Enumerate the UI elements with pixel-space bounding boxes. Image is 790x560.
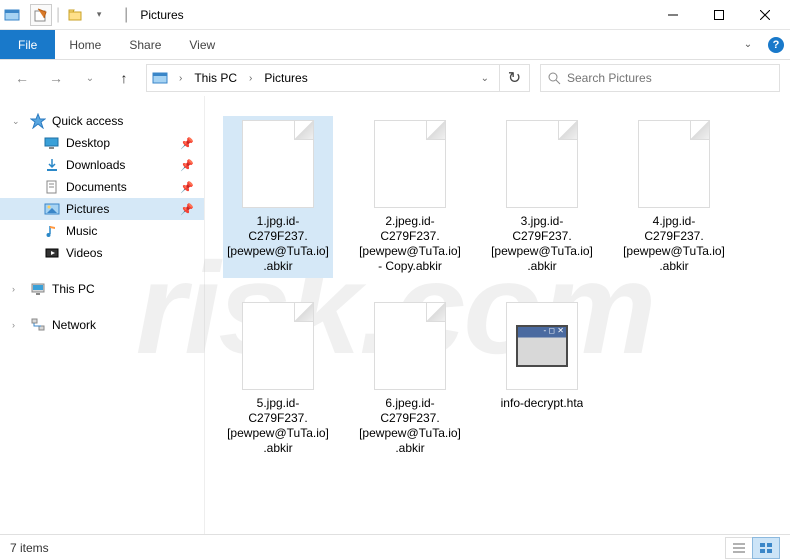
sidebar-item-label: Music (66, 224, 97, 238)
window-title: Pictures (140, 8, 183, 22)
help-button[interactable]: ? (762, 30, 790, 59)
sidebar-item-desktop[interactable]: Desktop 📌 (0, 132, 204, 154)
music-icon (44, 223, 60, 239)
title-separator: | (124, 6, 128, 24)
status-bar: 7 items (0, 534, 790, 560)
file-item[interactable]: 1.jpg.id-C279F237.[pewpew@TuTa.io].abkir (223, 116, 333, 278)
chevron-right-icon: › (12, 284, 15, 294)
ribbon: File Home Share View ⌄ ? (0, 30, 790, 60)
file-item[interactable]: 5.jpg.id-C279F237.[pewpew@TuTa.io].abkir (223, 298, 333, 460)
breadcrumb-chevron[interactable]: › (245, 73, 256, 84)
pin-icon: 📌 (180, 181, 194, 194)
sidebar-thispc[interactable]: › This PC (0, 278, 204, 300)
pin-icon: 📌 (180, 137, 194, 150)
window-icon (2, 5, 22, 25)
close-button[interactable] (742, 1, 788, 29)
sidebar-item-music[interactable]: Music (0, 220, 204, 242)
chevron-right-icon: › (12, 320, 15, 330)
pin-icon: 📌 (180, 159, 194, 172)
pictures-icon (44, 201, 60, 217)
qat-separator: | (56, 6, 60, 24)
ribbon-tab-share[interactable]: Share (115, 30, 175, 59)
computer-icon (30, 281, 46, 297)
status-text: 7 items (10, 541, 49, 555)
ribbon-expand-button[interactable]: ⌄ (734, 30, 762, 59)
view-largeicons-button[interactable] (752, 537, 780, 559)
file-icon (242, 120, 314, 208)
sidebar-item-label: Pictures (66, 202, 109, 216)
minimize-button[interactable] (650, 1, 696, 29)
sidebar-item-label: Documents (66, 180, 127, 194)
breadcrumb-bar[interactable]: › This PC › Pictures ⌄ (146, 64, 500, 92)
breadcrumb-pictures[interactable]: Pictures (262, 71, 309, 85)
sidebar-item-label: Desktop (66, 136, 110, 150)
qat-dropdown[interactable]: ▾ (88, 4, 110, 26)
nav-forward-button[interactable]: → (44, 66, 68, 90)
breadcrumb-thispc[interactable]: This PC (192, 71, 239, 85)
file-name: 2.jpeg.id-C279F237.[pewpew@TuTa.io] - Co… (359, 214, 461, 274)
refresh-button[interactable]: ↻ (500, 64, 530, 92)
sidebar-item-label: This PC (52, 282, 95, 296)
file-item[interactable]: 4.jpg.id-C279F237.[pewpew@TuTa.io].abkir (619, 116, 729, 278)
pin-icon: 📌 (180, 203, 194, 216)
file-name: info-decrypt.hta (501, 396, 584, 411)
desktop-icon (44, 135, 60, 151)
sidebar-quick-access[interactable]: ⌄ Quick access (0, 110, 204, 132)
view-details-button[interactable] (725, 537, 753, 559)
file-icon (374, 120, 446, 208)
sidebar-item-pictures[interactable]: Pictures 📌 (0, 198, 204, 220)
file-item[interactable]: - ◻ ✕ info-decrypt.hta (487, 298, 597, 460)
qat-properties-button[interactable] (30, 4, 52, 26)
sidebar-item-label: Network (52, 318, 96, 332)
file-name: 3.jpg.id-C279F237.[pewpew@TuTa.io].abkir (491, 214, 593, 274)
maximize-button[interactable] (696, 1, 742, 29)
breadcrumb-dropdown[interactable]: ⌄ (475, 73, 495, 84)
nav-recent-dropdown[interactable]: ⌄ (78, 66, 102, 90)
star-icon (30, 113, 46, 129)
documents-icon (44, 179, 60, 195)
file-item[interactable]: 6.jpeg.id-C279F237.[pewpew@TuTa.io].abki… (355, 298, 465, 460)
sidebar-network[interactable]: › Network (0, 314, 204, 336)
file-icon (374, 302, 446, 390)
file-icon (638, 120, 710, 208)
search-input[interactable] (567, 71, 773, 85)
location-icon (151, 69, 169, 87)
network-icon (30, 317, 46, 333)
chevron-down-icon: ⌄ (12, 116, 20, 127)
downloads-icon (44, 157, 60, 173)
main-panel: ⌄ Quick access Desktop 📌 Downloads 📌 Doc… (0, 96, 790, 534)
ribbon-tab-home[interactable]: Home (55, 30, 115, 59)
file-name: 1.jpg.id-C279F237.[pewpew@TuTa.io].abkir (227, 214, 329, 274)
sidebar-item-downloads[interactable]: Downloads 📌 (0, 154, 204, 176)
file-item[interactable]: 3.jpg.id-C279F237.[pewpew@TuTa.io].abkir (487, 116, 597, 278)
ribbon-tab-view[interactable]: View (175, 30, 229, 59)
hta-icon: - ◻ ✕ (506, 302, 578, 390)
file-name: 6.jpeg.id-C279F237.[pewpew@TuTa.io].abki… (359, 396, 461, 456)
search-icon (547, 71, 561, 85)
videos-icon (44, 245, 60, 261)
file-name: 4.jpg.id-C279F237.[pewpew@TuTa.io].abkir (623, 214, 725, 274)
address-bar: ← → ⌄ ↑ › This PC › Pictures ⌄ ↻ (0, 60, 790, 96)
sidebar-item-label: Quick access (52, 114, 123, 128)
file-name: 5.jpg.id-C279F237.[pewpew@TuTa.io].abkir (227, 396, 329, 456)
file-item[interactable]: 2.jpeg.id-C279F237.[pewpew@TuTa.io] - Co… (355, 116, 465, 278)
search-box[interactable] (540, 64, 780, 92)
file-list[interactable]: 1.jpg.id-C279F237.[pewpew@TuTa.io].abkir… (205, 96, 790, 534)
sidebar-item-videos[interactable]: Videos (0, 242, 204, 264)
navigation-pane: ⌄ Quick access Desktop 📌 Downloads 📌 Doc… (0, 96, 205, 534)
sidebar-item-label: Videos (66, 246, 102, 260)
title-bar: | ▾ | Pictures (0, 0, 790, 30)
sidebar-item-label: Downloads (66, 158, 125, 172)
qat-newfolder-button[interactable] (64, 4, 86, 26)
sidebar-item-documents[interactable]: Documents 📌 (0, 176, 204, 198)
nav-up-button[interactable]: ↑ (112, 66, 136, 90)
file-tab[interactable]: File (0, 30, 55, 59)
file-icon (242, 302, 314, 390)
file-icon (506, 120, 578, 208)
nav-back-button[interactable]: ← (10, 66, 34, 90)
breadcrumb-chevron[interactable]: › (175, 73, 186, 84)
